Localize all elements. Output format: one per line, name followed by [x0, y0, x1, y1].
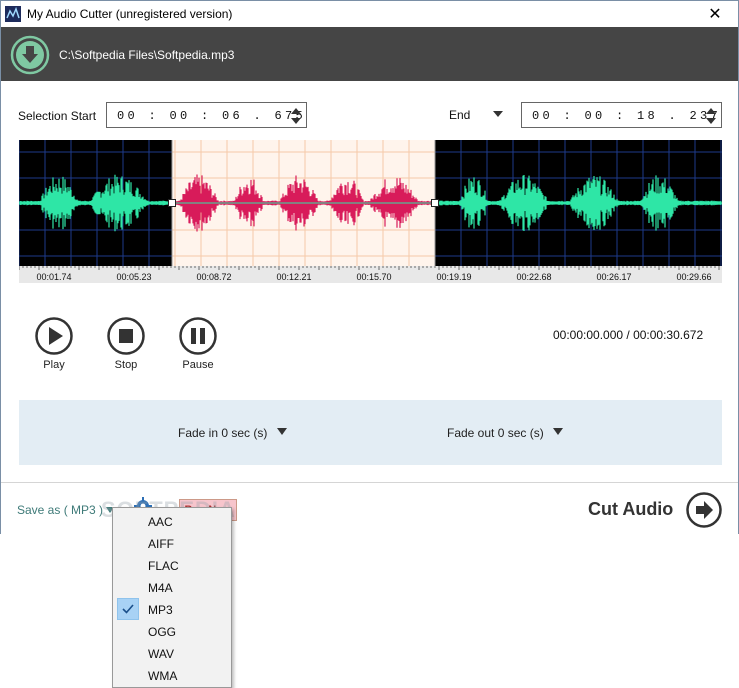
selection-start-handle[interactable]	[168, 199, 176, 207]
ruler-label: 00:15.70	[356, 272, 391, 282]
ruler-label: 00:01.74	[36, 272, 71, 282]
download-icon[interactable]	[10, 35, 50, 75]
format-option-label: WMA	[148, 669, 178, 683]
window-title: My Audio Cutter (unregistered version)	[27, 7, 233, 21]
format-option-flac[interactable]: FLAC	[114, 554, 231, 576]
format-option-ogg[interactable]: OGG	[114, 620, 231, 642]
stop-icon	[107, 317, 145, 355]
fade-in-label[interactable]: Fade in 0 sec (s)	[178, 426, 267, 440]
spinner-arrows-icon[interactable]	[290, 106, 302, 126]
checkmark-icon	[117, 598, 139, 620]
app-icon	[5, 6, 21, 22]
format-option-aac[interactable]: AAC	[114, 510, 231, 532]
play-label: Play	[43, 359, 65, 371]
ruler-label: 00:12.21	[276, 272, 311, 282]
format-option-m4a[interactable]: M4A	[114, 576, 231, 598]
stop-label: Stop	[114, 359, 138, 371]
end-mode-label[interactable]: End	[449, 108, 470, 122]
ruler-label: 00:22.68	[516, 272, 551, 282]
chevron-down-icon[interactable]	[491, 107, 505, 121]
pause-label: Pause	[182, 359, 214, 371]
ruler-label: 00:05.23	[116, 272, 151, 282]
cut-audio-arrow-icon[interactable]	[686, 492, 722, 528]
selection-end-handle[interactable]	[431, 199, 439, 207]
format-option-label: M4A	[148, 581, 173, 595]
app-window: My Audio Cutter (unregistered version) ✕…	[0, 0, 739, 534]
pause-button[interactable]	[179, 317, 217, 355]
fade-panel: Fade in 0 sec (s) Fade out 0 sec (s)	[19, 400, 722, 465]
play-icon	[35, 317, 73, 355]
format-menu: AAC AIFF FLAC M4A MP3 OGG WAV WMA	[112, 507, 232, 688]
fade-out-label[interactable]: Fade out 0 sec (s)	[447, 426, 544, 440]
format-option-label: AIFF	[148, 537, 174, 551]
time-counter: 00:00:00.000 / 00:00:30.672	[553, 328, 704, 342]
pause-icon	[179, 317, 217, 355]
chevron-down-icon[interactable]	[276, 427, 288, 437]
selection-start-input[interactable]: 00 : 00 : 06 . 675	[106, 102, 307, 128]
title-bar: My Audio Cutter (unregistered version) ✕	[1, 1, 738, 27]
format-option-label: AAC	[148, 515, 173, 529]
stop-button[interactable]	[107, 317, 145, 355]
ruler-label: 00:08.72	[196, 272, 231, 282]
format-option-aiff[interactable]: AIFF	[114, 532, 231, 554]
selection-end-value: 00 : 00 : 18 . 237	[532, 109, 722, 123]
play-button[interactable]	[35, 317, 73, 355]
selection-start-label: Selection Start	[18, 109, 97, 123]
format-option-label: WAV	[148, 647, 174, 661]
format-option-label: FLAC	[148, 559, 179, 573]
selection-start-value: 00 : 00 : 06 . 675	[117, 109, 307, 123]
ruler-label: 00:26.17	[596, 272, 631, 282]
spinner-arrows-icon[interactable]	[705, 106, 717, 126]
format-option-wav[interactable]: WAV	[114, 642, 231, 664]
close-button[interactable]: ✕	[692, 1, 738, 27]
format-option-label: OGG	[148, 625, 177, 639]
format-option-wma[interactable]: WMA	[114, 664, 231, 686]
waveform-display[interactable]: 00:01.74 00:05.23 00:08.72 00:12.21 00:15.70…	[19, 140, 722, 283]
waveform-canvas[interactable]: 00:01.74 00:05.23 00:08.72 00:12.21 00:15.70…	[19, 140, 722, 283]
selection-end-input[interactable]: 00 : 00 : 18 . 237	[521, 102, 722, 128]
file-path: C:\Softpedia Files\Softpedia.mp3	[59, 48, 235, 62]
cut-audio-label[interactable]: Cut Audio	[588, 499, 673, 520]
format-option-label: MP3	[148, 603, 173, 617]
save-as-dropdown[interactable]: Save as ( MP3 )	[17, 503, 103, 517]
ruler-label: 00:19.19	[436, 272, 471, 282]
chevron-down-icon[interactable]	[552, 427, 564, 437]
format-option-mp3[interactable]: MP3	[114, 598, 231, 620]
file-header: C:\Softpedia Files\Softpedia.mp3	[1, 27, 738, 81]
ruler-label: 00:29.66	[676, 272, 711, 282]
